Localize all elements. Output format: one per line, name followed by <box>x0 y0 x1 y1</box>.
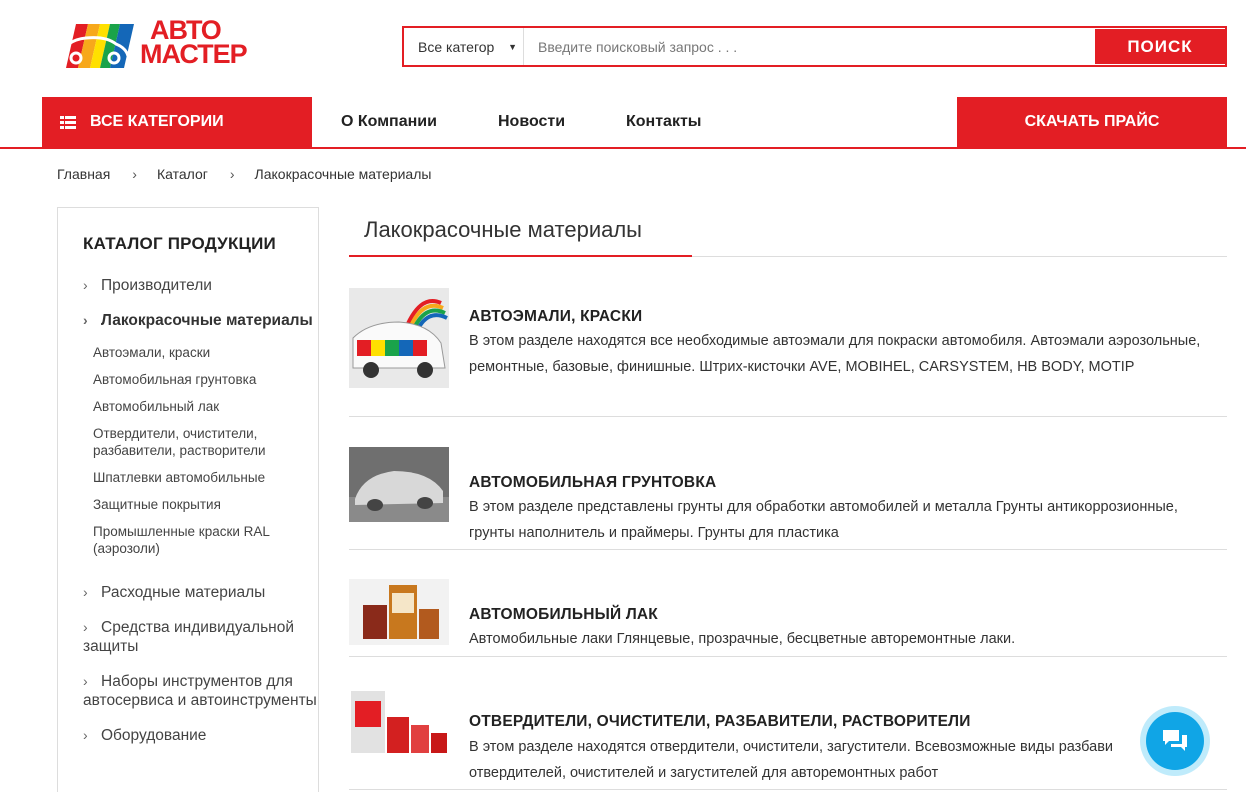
product-item: АВТОМОБИЛЬНЫЙ ЛАК Автомобильные лаки Гля… <box>349 550 1227 657</box>
chevron-right-icon: › <box>83 277 88 293</box>
main-content: Лакокрасочные материалы АВТОЭМАЛИ, КРАСК <box>349 207 1227 790</box>
chat-widget-button[interactable] <box>1140 706 1210 776</box>
chevron-right-icon: › <box>83 673 88 689</box>
sidebar-item-ppe[interactable]: › Средства индивидуальной защиты <box>83 618 318 656</box>
product-item: ОТВЕРДИТЕЛИ, ОЧИСТИТЕЛИ, РАЗБАВИТЕЛИ, РА… <box>349 657 1227 790</box>
chevron-right-icon: › <box>83 584 88 600</box>
chevron-right-icon: › <box>229 166 235 182</box>
car-primer-image <box>349 447 449 522</box>
product-description: В этом разделе находятся все необходимые… <box>469 333 1201 375</box>
logo-text: АВТО МАСТЕР <box>140 17 248 69</box>
logo[interactable]: АВТО МАСТЕР <box>56 17 256 70</box>
sidebar-item-label: Оборудование <box>101 727 207 744</box>
all-categories-label: ВСЕ КАТЕГОРИИ <box>90 113 224 130</box>
sidebar-subitem-ral[interactable]: Промышленные краски RAL (аэрозоли) <box>93 523 318 557</box>
lacquer-cans-image <box>349 579 449 645</box>
search-category-label: Все категор <box>418 38 495 55</box>
download-price-button[interactable]: СКАЧАТЬ ПРАЙС <box>957 97 1227 147</box>
product-item: АВТОМОБИЛЬНАЯ ГРУНТОВКА В этом разделе п… <box>349 417 1227 550</box>
sidebar-item-equipment[interactable]: › Оборудование <box>83 726 318 745</box>
nav-link-contacts[interactable]: Контакты <box>626 97 701 147</box>
chevron-right-icon: › <box>83 312 88 328</box>
product-title[interactable]: АВТОЭМАЛИ, КРАСКИ <box>469 308 642 326</box>
sidebar-item-label: Производители <box>101 277 212 294</box>
product-title[interactable]: АВТОМОБИЛЬНЫЙ ЛАК <box>469 606 658 624</box>
breadcrumb-home[interactable]: Главная <box>57 166 110 182</box>
search-category-select[interactable]: Все категор ▼ <box>404 28 524 65</box>
breadcrumb-catalog[interactable]: Каталог <box>157 166 208 182</box>
search-bar: Все категор ▼ ПОИСК <box>402 26 1227 67</box>
sidebar-item-tools[interactable]: › Наборы инструментов для автосервиса и а… <box>83 672 318 710</box>
logo-line-2: МАСТЕР <box>140 39 248 69</box>
sidebar-item-consumables[interactable]: › Расходные материалы <box>83 583 318 602</box>
sidebar-item-label: Расходные материалы <box>101 584 266 601</box>
nav-link-news[interactable]: Новости <box>498 97 565 147</box>
all-categories-button[interactable]: ВСЕ КАТЕГОРИИ <box>42 97 312 147</box>
product-description: В этом разделе представлены грунты для о… <box>469 499 1178 541</box>
product-description: В этом разделе находятся отвердители, оч… <box>469 739 1113 781</box>
product-image[interactable] <box>349 687 449 757</box>
product-item: АВТОЭМАЛИ, КРАСКИ В этом разделе находят… <box>349 277 1227 417</box>
page-title: Лакокрасочные материалы <box>349 207 1227 257</box>
product-description: Автомобильные лаки Глянцевые, прозрачные… <box>469 631 1016 647</box>
chat-bubbles-icon <box>1163 730 1187 751</box>
product-image[interactable] <box>349 447 449 522</box>
hardener-cans-image <box>349 687 449 757</box>
sidebar-subcategories: Автоэмали, краски Автомобильная грунтовк… <box>93 344 318 583</box>
caret-down-icon: ▼ <box>508 41 517 52</box>
product-image[interactable] <box>349 288 449 388</box>
breadcrumb: Главная › Каталог › Лакокрасочные матери… <box>57 166 431 182</box>
sidebar-subitem-primer[interactable]: Автомобильная грунтовка <box>93 371 318 388</box>
chat-widget-inner <box>1146 712 1204 770</box>
logo-emblem-icon <box>58 24 134 68</box>
product-title[interactable]: ОТВЕРДИТЕЛИ, ОЧИСТИТЕЛИ, РАЗБАВИТЕЛИ, РА… <box>469 713 971 731</box>
product-title[interactable]: АВТОМОБИЛЬНАЯ ГРУНТОВКА <box>469 474 716 492</box>
sidebar-item-label: Средства индивидуальной защиты <box>83 619 294 655</box>
search-button[interactable]: ПОИСК <box>1095 29 1225 64</box>
product-image[interactable] <box>349 579 449 645</box>
breadcrumb-current: Лакокрасочные материалы <box>254 166 432 182</box>
chevron-right-icon: › <box>83 727 88 743</box>
main-nav: ВСЕ КАТЕГОРИИ О Компании Новости Контакт… <box>0 97 1246 149</box>
search-input[interactable] <box>524 28 1095 65</box>
sidebar-subitem-hardeners[interactable]: Отвердители, очистители, разбавители, ра… <box>93 425 318 459</box>
list-icon <box>60 115 76 129</box>
title-underline <box>349 255 692 257</box>
chevron-right-icon: › <box>83 619 88 635</box>
sidebar-subitem-enamels[interactable]: Автоэмали, краски <box>93 344 318 361</box>
nav-link-about[interactable]: О Компании <box>341 97 437 147</box>
sidebar-item-label: Лакокрасочные материалы <box>101 312 313 329</box>
chevron-right-icon: › <box>132 166 137 182</box>
page-title-text: Лакокрасочные материалы <box>364 217 642 242</box>
sidebar-subitem-protective[interactable]: Защитные покрытия <box>93 496 318 513</box>
catalog-sidebar: КАТАЛОГ ПРОДУКЦИИ › Производители › Лакокр… <box>57 207 319 792</box>
sidebar-subitem-putty[interactable]: Шпатлевки автомобильные <box>93 469 318 486</box>
sidebar-title: КАТАЛОГ ПРОДУКЦИИ <box>83 234 276 253</box>
sidebar-item-label: Наборы инструментов для автосервиса и ав… <box>83 673 317 709</box>
sidebar-subitem-lacquer[interactable]: Автомобильный лак <box>93 398 318 415</box>
sidebar-item-manufacturers[interactable]: › Производители <box>83 276 318 295</box>
sidebar-item-paints[interactable]: › Лакокрасочные материалы <box>83 311 318 330</box>
car-paint-image <box>349 288 449 388</box>
